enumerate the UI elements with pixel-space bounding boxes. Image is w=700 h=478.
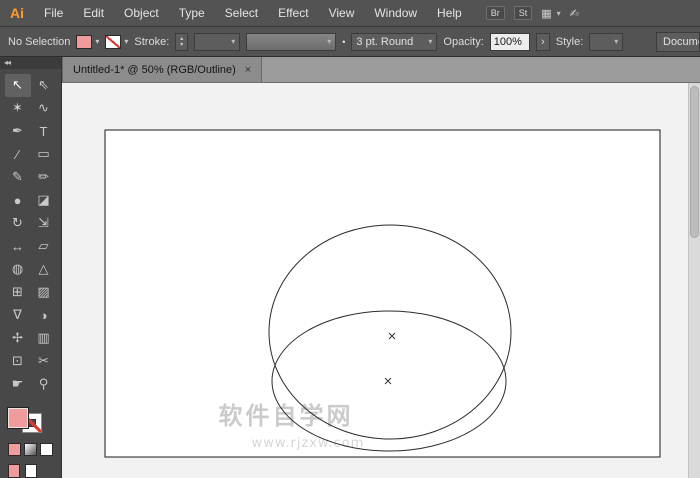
chevron-down-icon: ▾ (428, 37, 433, 46)
document-tab-title: Untitled-1* @ 50% (RGB/Outline) (73, 63, 236, 76)
stroke-label: Stroke: (134, 35, 170, 48)
blend-tool[interactable]: ◑ (31, 304, 57, 327)
menu-type[interactable]: Type (169, 6, 215, 20)
opacity-input[interactable] (489, 32, 530, 51)
brush-definition-value: 3 pt. Round (356, 35, 414, 48)
mini-fill-swatch[interactable] (8, 464, 20, 478)
eraser-tool[interactable]: ◪ (31, 189, 57, 212)
menu-edit[interactable]: Edit (73, 6, 114, 20)
rectangle-tool[interactable]: ▭ (31, 143, 57, 166)
scrollbar-thumb[interactable] (690, 86, 699, 238)
lasso-tool[interactable]: ∿ (31, 97, 57, 120)
fill-stroke-indicator (8, 407, 42, 433)
stroke-caret-icon[interactable]: ▾ (124, 37, 128, 46)
brush-definition-select[interactable]: 3 pt. Round ▾ (351, 32, 438, 51)
artboard-tool[interactable]: ⊡ (5, 350, 31, 373)
bridge-button[interactable]: Br (485, 6, 505, 20)
blob-brush-tool[interactable]: ● (5, 189, 31, 212)
stroke-weight-stepper[interactable]: ▴ ▾ (175, 32, 189, 51)
slice-tool[interactable]: ✂ (31, 350, 57, 373)
fill-color-control[interactable] (8, 407, 28, 428)
paint-mode-buttons (8, 443, 61, 456)
stroke-weight-select[interactable]: ▾ (194, 32, 241, 51)
document-tab[interactable]: Untitled-1* @ 50% (RGB/Outline) × (62, 57, 263, 82)
menu-help[interactable]: Help (427, 6, 472, 20)
app-logo[interactable]: Ai (10, 5, 24, 21)
variable-width-profile-select[interactable]: ▾ (246, 32, 337, 51)
selection-status: No Selection (8, 35, 71, 48)
menu-bar: Ai File Edit Object Type Select Effect V… (0, 0, 700, 27)
magic-wand-tool[interactable]: ✶ (5, 97, 31, 120)
line-segment-tool[interactable]: ∕ (5, 143, 31, 166)
chevron-down-icon: ▾ (327, 37, 332, 46)
vertical-scrollbar[interactable] (688, 83, 700, 478)
control-bar: No Selection ▾ ▾ Stroke: ▴ ▾ ▾ ▾ • 3 pt.… (0, 27, 700, 57)
workspace: ◂◂ ↖ ⇖ ✶ ∿ ✒ T ∕ ▭ ✎ ✏ ● ◪ ↻ ⇲ ↔ ▱ ◍ △ ⊞ (0, 57, 700, 478)
document-tab-bar: Untitled-1* @ 50% (RGB/Outline) × (62, 57, 700, 83)
drawing-surface[interactable]: 软件自学网 www.rjzxw.com (62, 83, 700, 478)
mini-none-swatch[interactable] (25, 464, 37, 478)
type-tool[interactable]: T (31, 120, 57, 143)
free-transform-tool[interactable]: ▱ (31, 235, 57, 258)
menu-view[interactable]: View (319, 6, 365, 20)
watermark-title: 软件自学网 (219, 402, 354, 430)
menu-window[interactable]: Window (364, 6, 427, 20)
tools-panel: ◂◂ ↖ ⇖ ✶ ∿ ✒ T ∕ ▭ ✎ ✏ ● ◪ ↻ ⇲ ↔ ▱ ◍ △ ⊞ (0, 57, 62, 478)
watermark-url: www.rjzxw.com (252, 436, 365, 451)
chevron-down-icon: ▾ (614, 37, 619, 46)
mesh-tool[interactable]: ⊞ (5, 281, 31, 304)
brush-preview-icon: • (342, 36, 346, 47)
hand-tool[interactable]: ☛ (5, 373, 31, 396)
column-graph-tool[interactable]: ▥ (31, 327, 57, 350)
shape-builder-tool[interactable]: ◍ (5, 258, 31, 281)
stroke-color-swatch[interactable] (105, 34, 122, 49)
style-button[interactable]: St (513, 6, 533, 20)
rotate-tool[interactable]: ↻ (5, 212, 31, 235)
illustrator-window: Ai File Edit Object Type Select Effect V… (0, 0, 700, 478)
menu-file[interactable]: File (34, 6, 73, 20)
eyedropper-tool[interactable]: ∇ (5, 304, 31, 327)
style-label: Style: (555, 35, 584, 48)
canvas-area[interactable]: 软件自学网 www.rjzxw.com (62, 83, 700, 478)
selection-tool[interactable]: ↖ (4, 73, 31, 97)
zoom-tool[interactable]: ⚲ (31, 373, 57, 396)
menu-select[interactable]: Select (215, 6, 268, 20)
width-tool[interactable]: ↔ (5, 235, 31, 258)
collapse-panel-button[interactable]: ◂◂ (0, 57, 61, 69)
fill-color-swatch[interactable] (76, 34, 93, 49)
perspective-grid-tool[interactable]: △ (31, 258, 57, 281)
document-setup-button[interactable]: Docume (656, 31, 700, 52)
stepper-down-icon[interactable]: ▾ (180, 42, 183, 48)
arrange-documents-icon[interactable]: ▦ (541, 7, 551, 20)
clipped-swatch-row (8, 464, 61, 478)
fill-caret-icon[interactable]: ▾ (95, 37, 99, 46)
artboard (104, 129, 661, 458)
workspace-icon[interactable]: ✍ (570, 7, 579, 20)
document-area: Untitled-1* @ 50% (RGB/Outline) × 软件自学网 … (62, 57, 700, 478)
paintbrush-tool[interactable]: ✎ (5, 166, 31, 189)
chevron-down-icon: ▾ (231, 37, 236, 46)
color-button[interactable] (8, 443, 21, 456)
scale-tool[interactable]: ⇲ (31, 212, 57, 235)
none-button[interactable] (40, 443, 53, 456)
close-tab-icon[interactable]: × (245, 64, 251, 76)
tools-grid: ↖ ⇖ ✶ ∿ ✒ T ∕ ▭ ✎ ✏ ● ◪ ↻ ⇲ ↔ ▱ ◍ △ ⊞ ▨ (0, 69, 61, 396)
opacity-label: Opacity: (443, 35, 484, 48)
direct-selection-tool[interactable]: ⇖ (31, 74, 57, 97)
symbol-sprayer-tool[interactable]: ✢ (5, 327, 31, 350)
opacity-expand-button[interactable]: › (535, 32, 550, 51)
gradient-button[interactable] (24, 443, 37, 456)
pencil-tool[interactable]: ✏ (31, 166, 57, 189)
chevron-down-icon[interactable]: ▾ (557, 9, 561, 18)
menu-effect[interactable]: Effect (268, 6, 318, 20)
menu-object[interactable]: Object (114, 6, 169, 20)
graphic-style-select[interactable]: ▾ (589, 32, 624, 51)
pen-tool[interactable]: ✒ (5, 120, 31, 143)
gradient-tool[interactable]: ▨ (31, 281, 57, 304)
